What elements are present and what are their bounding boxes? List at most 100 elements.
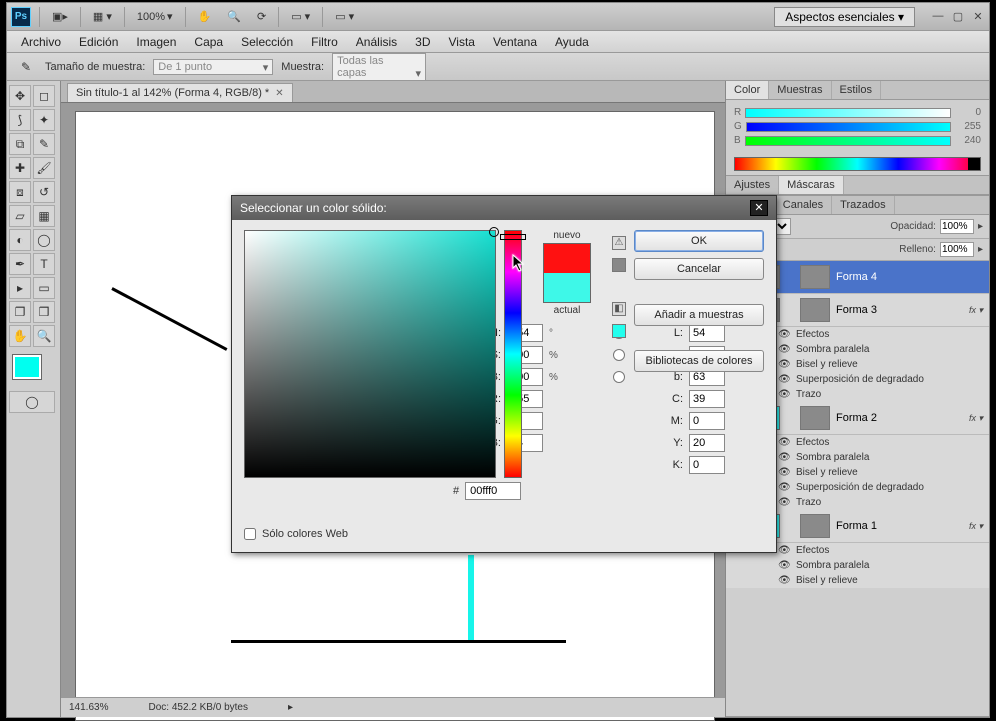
history-brush-tool[interactable]: ↺ — [33, 181, 55, 203]
wand-tool[interactable]: ✦ — [33, 109, 55, 131]
web-only-checkbox[interactable]: Sólo colores Web — [244, 528, 348, 540]
brush-tool[interactable]: 🖌 — [33, 157, 55, 179]
menu-filtro[interactable]: Filtro — [303, 33, 346, 51]
quickmask-toggle[interactable]: ◯ — [9, 391, 55, 413]
menu-ventana[interactable]: Ventana — [485, 33, 545, 51]
web-only-input[interactable] — [244, 528, 256, 540]
zoom-icon[interactable]: 🔍 — [223, 8, 245, 25]
menu-vista[interactable]: Vista — [441, 33, 483, 51]
tab-color[interactable]: Color — [726, 81, 769, 99]
pen-tool[interactable]: ✒ — [9, 253, 31, 275]
eraser-tool[interactable]: ▱ — [9, 205, 31, 227]
hand-icon[interactable]: ✋ — [194, 8, 216, 25]
menu-archivo[interactable]: Archivo — [13, 33, 69, 51]
stamp-tool[interactable]: ⧈ — [9, 181, 31, 203]
mask-thumb — [800, 514, 830, 538]
maximize-button[interactable]: ▢ — [951, 10, 965, 24]
gamut-warning-icon[interactable]: ⚠ — [612, 236, 626, 250]
effect-item[interactable]: Sombra paralela — [796, 344, 869, 355]
screen-mode-dropdown[interactable]: ▭ ▾ — [331, 8, 358, 25]
3d-tool[interactable]: ❐ — [9, 301, 31, 323]
slider-r[interactable] — [745, 108, 951, 118]
shape-tool[interactable]: ▭ — [33, 277, 55, 299]
add-to-swatches-button[interactable]: Añadir a muestras — [634, 304, 764, 326]
hue-slider[interactable] — [504, 230, 522, 478]
sample-from-label: Muestra: — [281, 61, 324, 73]
fx-badge[interactable]: fx ▾ — [969, 521, 983, 532]
tab-adjustments[interactable]: Ajustes — [726, 176, 779, 194]
effect-item[interactable]: Trazo — [796, 389, 821, 400]
crop-tool[interactable]: ⧉ — [9, 133, 31, 155]
fx-badge[interactable]: fx ▾ — [969, 413, 983, 424]
arrange-dropdown[interactable]: ▭ ▾ — [287, 8, 314, 25]
slider-b[interactable] — [745, 136, 951, 146]
slider-g[interactable] — [746, 122, 951, 132]
tab-paths[interactable]: Trazados — [832, 196, 894, 214]
tab-channels[interactable]: Canales — [775, 196, 832, 214]
rotate-view-icon[interactable]: ⟳ — [253, 8, 270, 25]
effect-item[interactable]: Sombra paralela — [796, 452, 869, 463]
workspace-dropdown[interactable]: Aspectos esenciales ▾ — [774, 7, 915, 27]
opacity-input[interactable] — [940, 219, 974, 234]
tab-masks[interactable]: Máscaras — [779, 176, 844, 194]
minimize-button[interactable]: — — [931, 10, 945, 24]
websafe-swatch[interactable] — [612, 324, 626, 338]
marquee-tool[interactable]: ◻ — [33, 85, 55, 107]
menu-analisis[interactable]: Análisis — [348, 33, 405, 51]
layer-name: Forma 1 — [836, 520, 877, 532]
gamut-swatch[interactable] — [612, 258, 626, 272]
view-extras-dropdown[interactable]: ▦ ▾ — [89, 8, 116, 25]
menu-3d[interactable]: 3D — [407, 33, 438, 51]
dodge-tool[interactable]: ◯ — [33, 229, 55, 251]
close-tab-icon[interactable]: ✕ — [275, 88, 283, 99]
lasso-tool[interactable]: ⟆ — [9, 109, 31, 131]
effect-item[interactable]: Bisel y relieve — [796, 575, 858, 586]
hand-tool[interactable]: ✋ — [9, 325, 31, 347]
websafe-warning-icon[interactable]: ◧ — [612, 302, 626, 316]
hue-handle[interactable] — [500, 234, 526, 240]
tab-styles[interactable]: Estilos — [832, 81, 881, 99]
fill-flyout-icon[interactable]: ▸ — [978, 244, 983, 255]
zoom-dropdown[interactable]: 100% ▾ — [133, 8, 177, 25]
color-ramp[interactable] — [734, 157, 981, 171]
fill-input[interactable] — [940, 242, 974, 257]
effect-item[interactable]: Superposición de degradado — [796, 374, 924, 385]
current-color-swatch[interactable] — [544, 273, 590, 302]
eyedropper-tool[interactable]: ✎ — [33, 133, 55, 155]
menu-capa[interactable]: Capa — [186, 33, 231, 51]
effect-item[interactable]: Bisel y relieve — [796, 359, 858, 370]
effect-item[interactable]: Bisel y relieve — [796, 467, 858, 478]
effect-item[interactable]: Trazo — [796, 497, 821, 508]
color-libraries-button[interactable]: Bibliotecas de colores — [634, 350, 764, 372]
cancel-button[interactable]: Cancelar — [634, 258, 764, 280]
move-tool[interactable]: ✥ — [9, 85, 31, 107]
sample-size-dropdown[interactable]: De 1 punto — [153, 59, 273, 75]
menu-ayuda[interactable]: Ayuda — [547, 33, 597, 51]
current-color-label: actual — [554, 305, 581, 316]
sample-from-dropdown[interactable]: Todas las capas — [332, 53, 426, 81]
blur-tool[interactable]: ◐ — [9, 229, 31, 251]
dialog-title-bar[interactable]: Seleccionar un color sólido: ✕ — [232, 196, 776, 220]
opacity-flyout-icon[interactable]: ▸ — [978, 221, 983, 232]
fx-badge[interactable]: fx ▾ — [969, 305, 983, 316]
heal-tool[interactable]: ✚ — [9, 157, 31, 179]
saturation-value-box[interactable] — [244, 230, 496, 478]
3d-camera-tool[interactable]: ❒ — [33, 301, 55, 323]
menu-seleccion[interactable]: Selección — [233, 33, 301, 51]
effect-item[interactable]: Superposición de degradado — [796, 482, 924, 493]
foreground-color-swatch[interactable] — [13, 355, 41, 379]
dialog-close-button[interactable]: ✕ — [750, 200, 768, 216]
path-select-tool[interactable]: ▸ — [9, 277, 31, 299]
hex-input[interactable] — [465, 482, 521, 500]
gradient-tool[interactable]: ▦ — [33, 205, 55, 227]
type-tool[interactable]: T — [33, 253, 55, 275]
ok-button[interactable]: OK — [634, 230, 764, 252]
menu-imagen[interactable]: Imagen — [128, 33, 184, 51]
effect-item[interactable]: Sombra paralela — [796, 560, 869, 571]
close-button[interactable]: ✕ — [971, 10, 985, 24]
bridge-button[interactable]: ▣▸ — [48, 8, 72, 25]
menu-edicion[interactable]: Edición — [71, 33, 126, 51]
document-tab[interactable]: Sin título-1 al 142% (Forma 4, RGB/8) * … — [67, 83, 293, 102]
tab-swatches[interactable]: Muestras — [769, 81, 831, 99]
zoom-tool[interactable]: 🔍 — [33, 325, 55, 347]
